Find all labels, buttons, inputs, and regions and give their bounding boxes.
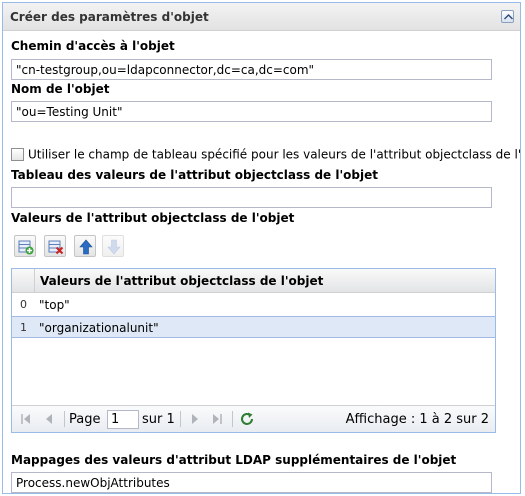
collapse-button[interactable]: [501, 10, 514, 23]
previous-page-icon[interactable]: [42, 412, 56, 426]
row-value[interactable]: "top": [39, 298, 70, 312]
object-name-label: Nom de l'objet: [11, 82, 110, 96]
pager-separator: [64, 411, 65, 427]
ldap-mappings-input[interactable]: Process.newObjAttributes: [11, 472, 492, 493]
move-down-button[interactable]: [102, 235, 124, 257]
add-row-button[interactable]: [14, 235, 36, 257]
move-up-button[interactable]: [74, 235, 96, 257]
objectclass-values-label: Valeurs de l'attribut objectclass de l'o…: [11, 211, 295, 225]
delete-row-button[interactable]: [44, 235, 66, 257]
pagination-bar: Page 1 sur 1 Affichage : 1 à 2 sur 2: [12, 405, 495, 432]
use-array-field-option: Utiliser le champ de tableau spécifié po…: [11, 147, 521, 162]
delete-row-icon: [48, 240, 64, 255]
object-path-input[interactable]: "cn-testgroup,ou=ldapconnector,dc=ca,dc=…: [11, 59, 492, 80]
use-array-field-label: Utiliser le champ de tableau spécifié po…: [28, 147, 521, 162]
first-page-icon[interactable]: [19, 412, 33, 426]
table-row[interactable]: 0 "top": [12, 294, 495, 316]
panel-title: Créer des paramètres d'objet: [10, 10, 209, 24]
page-label: Page: [69, 412, 101, 427]
object-name-input[interactable]: "ou=Testing Unit": [11, 101, 492, 122]
column-header[interactable]: Valeurs de l'attribut objectclass de l'o…: [40, 274, 323, 288]
next-page-icon[interactable]: [188, 412, 202, 426]
pager-separator: [180, 411, 181, 427]
move-down-icon: [107, 239, 121, 255]
objectclass-array-label: Tableau des valeurs de l'attribut object…: [11, 168, 378, 182]
table-row[interactable]: 1 "organizationalunit": [12, 316, 495, 338]
create-object-parameters-panel: Créer des paramètres d'objet Chemin d'ac…: [2, 2, 521, 494]
pager-separator: [232, 411, 233, 427]
display-info: Affichage : 1 à 2 sur 2: [345, 412, 489, 427]
use-array-field-checkbox[interactable]: [11, 148, 24, 161]
row-value[interactable]: "organizationalunit": [39, 321, 159, 335]
move-up-icon: [79, 239, 93, 255]
page-number-input[interactable]: 1: [107, 410, 139, 429]
panel-header: Créer des paramètres d'objet: [3, 3, 520, 31]
objectclass-values-grid: Valeurs de l'attribut objectclass de l'o…: [11, 268, 496, 433]
row-number-header: [12, 269, 35, 292]
add-row-icon: [18, 240, 34, 255]
objectclass-array-input[interactable]: [11, 187, 492, 208]
chevron-up-icon: [504, 14, 513, 20]
object-path-label: Chemin d'accès à l'objet: [11, 39, 175, 53]
page-total-label: sur 1: [142, 412, 175, 427]
refresh-icon[interactable]: [239, 411, 255, 427]
last-page-icon[interactable]: [210, 412, 224, 426]
row-number: 1: [20, 321, 27, 334]
ldap-mappings-label: Mappages des valeurs d'attribut LDAP sup…: [11, 453, 457, 467]
row-number: 0: [20, 298, 27, 311]
grid-header: Valeurs de l'attribut objectclass de l'o…: [12, 269, 495, 293]
